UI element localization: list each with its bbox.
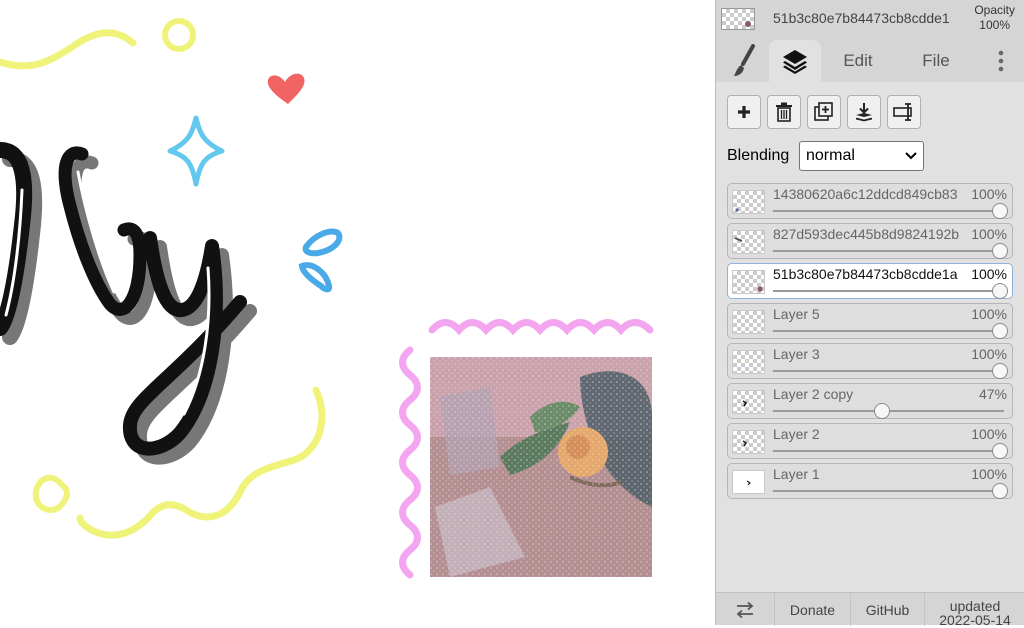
- merge-down-icon: [855, 103, 873, 122]
- opacity-slider-track[interactable]: [773, 330, 1004, 332]
- trash-icon: [776, 102, 792, 122]
- layer-name: 51b3c80e7b84473cb8cdde1a: [773, 266, 958, 282]
- layer-row[interactable]: Layer 3 100%: [727, 343, 1013, 379]
- current-layer-name: 51b3c80e7b84473cb8cdde1: [773, 10, 950, 26]
- opacity-slider-track[interactable]: [773, 370, 1004, 372]
- pink-wave-top: [428, 319, 654, 336]
- layer-thumbnail: [732, 470, 765, 494]
- pink-wave-left: [399, 346, 421, 579]
- yellow-loop-bottom: [32, 474, 70, 513]
- current-layer-opacity[interactable]: Opacity 100%: [974, 3, 1015, 33]
- drop-lower-icon: [298, 262, 333, 293]
- sparkle-icon: [167, 115, 225, 187]
- layer-row[interactable]: 827d593dec445b8d9824192b 100%: [727, 223, 1013, 259]
- layer-name: Layer 1: [773, 466, 820, 482]
- layer-row[interactable]: 51b3c80e7b84473cb8cdde1a 100%: [727, 263, 1013, 299]
- swap-arrows-icon: [736, 601, 754, 618]
- opacity-slider-thumb[interactable]: [992, 203, 1008, 219]
- chevron-down-icon: [905, 152, 917, 160]
- layer-thumbnail: [732, 190, 765, 214]
- layer-name: Layer 3: [773, 346, 820, 362]
- layer-name: 827d593dec445b8d9824192b: [773, 226, 960, 242]
- layer-opacity: 47%: [978, 386, 1007, 402]
- duplicate-layer-button[interactable]: [807, 95, 841, 129]
- opacity-slider-track[interactable]: [773, 250, 1004, 252]
- panel-footer: Donate GitHub updated 2022-05-14: [716, 592, 1024, 627]
- rename-layer-button[interactable]: [887, 95, 921, 129]
- swap-panel-button[interactable]: [716, 593, 774, 626]
- duplicate-icon: [814, 102, 833, 121]
- blending-mode-select[interactable]: normal: [799, 141, 924, 171]
- yellow-circle-top: [162, 18, 196, 52]
- layer-thumbnail: [732, 310, 765, 334]
- more-vertical-icon: [998, 50, 1004, 72]
- current-layer-bar: 51b3c80e7b84473cb8cdde1 Opacity 100%: [716, 0, 1024, 40]
- layer-opacity: 100%: [971, 466, 1007, 482]
- layer-opacity: 100%: [971, 226, 1007, 242]
- layer-name: Layer 2 copy: [773, 386, 854, 402]
- opacity-slider-track[interactable]: [773, 290, 1004, 292]
- blending-mode-value: normal: [806, 147, 855, 164]
- layer-thumbnail: [732, 390, 765, 414]
- pasted-photo: [430, 357, 652, 577]
- updated-info[interactable]: updated 2022-05-14: [924, 593, 1024, 627]
- tab-edit[interactable]: Edit: [829, 40, 887, 82]
- layers-icon: [783, 50, 807, 74]
- brush-icon: [734, 44, 755, 76]
- merge-down-button[interactable]: [847, 95, 881, 129]
- tab-more[interactable]: [986, 40, 1016, 82]
- layers-panel: 51b3c80e7b84473cb8cdde1 Opacity 100% Edi…: [715, 0, 1024, 627]
- donate-link[interactable]: Donate: [774, 593, 850, 626]
- layer-name: Layer 5: [773, 306, 820, 322]
- drawing-canvas[interactable]: [0, 0, 715, 625]
- github-link[interactable]: GitHub: [850, 593, 924, 626]
- heart-icon: [267, 73, 305, 104]
- layer-name: Layer 2: [773, 426, 820, 442]
- opacity-value: 100%: [979, 18, 1010, 32]
- opacity-slider-thumb[interactable]: [992, 283, 1008, 299]
- layer-row[interactable]: Layer 2 100%: [727, 423, 1013, 459]
- current-layer-thumbnail: [721, 8, 755, 30]
- opacity-slider-track[interactable]: [773, 450, 1004, 452]
- opacity-slider-thumb[interactable]: [992, 443, 1008, 459]
- tab-brush[interactable]: [724, 40, 764, 82]
- layer-opacity: 100%: [971, 346, 1007, 362]
- add-layer-button[interactable]: [727, 95, 761, 129]
- layer-row[interactable]: Layer 5 100%: [727, 303, 1013, 339]
- layer-row[interactable]: Layer 1 100%: [727, 463, 1013, 499]
- layer-row[interactable]: Layer 2 copy 47%: [727, 383, 1013, 419]
- layer-thumbnail: [732, 270, 765, 294]
- yellow-squiggle-top: [0, 29, 137, 70]
- opacity-slider-thumb[interactable]: [992, 363, 1008, 379]
- layer-opacity: 100%: [971, 266, 1007, 282]
- opacity-slider-thumb[interactable]: [992, 243, 1008, 259]
- opacity-slider-thumb[interactable]: [992, 323, 1008, 339]
- opacity-label: Opacity: [974, 3, 1015, 17]
- blending-label: Blending: [727, 147, 790, 164]
- panel-tabs: Edit File: [716, 40, 1024, 82]
- opacity-slider-track[interactable]: [773, 490, 1004, 492]
- tab-layers[interactable]: [769, 40, 821, 82]
- plus-icon: [738, 106, 750, 118]
- rename-icon: [893, 103, 912, 121]
- tab-file[interactable]: File: [909, 40, 963, 82]
- opacity-slider-thumb[interactable]: [992, 483, 1008, 499]
- photo-image: [430, 357, 652, 577]
- opacity-slider-track[interactable]: [773, 210, 1004, 212]
- opacity-slider-thumb[interactable]: [873, 403, 890, 419]
- updated-label: updated: [949, 598, 1001, 614]
- layer-thumbnail: [732, 350, 765, 374]
- current-layer-thumbnail-art: [745, 21, 751, 27]
- layer-thumbnail: [732, 430, 765, 454]
- layer-opacity: 100%: [971, 186, 1007, 202]
- layer-name: 14380620a6c12ddcd849cb83: [773, 186, 958, 202]
- layer-thumbnail: [732, 230, 765, 254]
- layer-opacity: 100%: [971, 306, 1007, 322]
- layer-row[interactable]: 14380620a6c12ddcd849cb83 100%: [727, 183, 1013, 219]
- layer-opacity: 100%: [971, 426, 1007, 442]
- delete-layer-button[interactable]: [767, 95, 801, 129]
- drop-upper-icon: [302, 228, 343, 257]
